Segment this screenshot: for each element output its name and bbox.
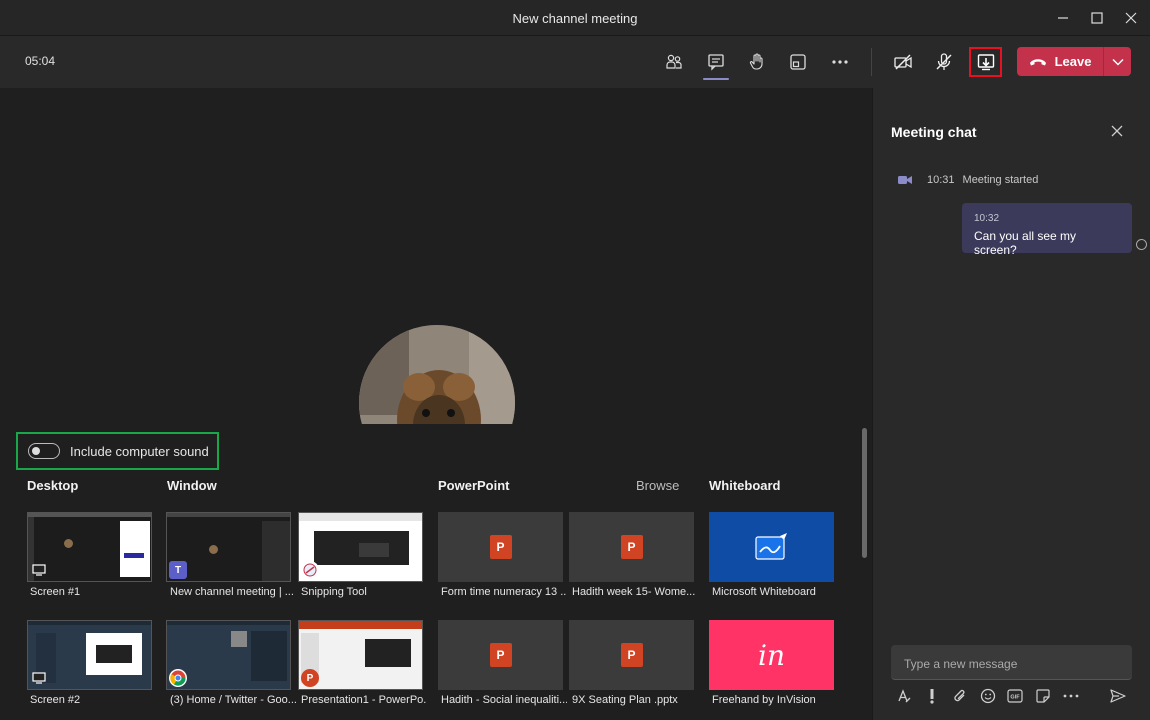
invision-logo: in xyxy=(758,638,785,672)
chevron-down-icon xyxy=(1111,58,1124,66)
system-message-time: 10:31 xyxy=(927,174,955,186)
share-tray: Include computer sound Desktop Window Po… xyxy=(0,424,872,720)
chat-message-bubble[interactable]: 10:32 Can you all see my screen? xyxy=(962,203,1132,257)
powerpoint-app-icon: P xyxy=(301,669,319,687)
leave-label: Leave xyxy=(1054,54,1092,69)
participants-icon[interactable] xyxy=(660,48,688,76)
powerpoint-icon: P xyxy=(489,643,512,667)
chat-title: Meeting chat xyxy=(891,124,977,140)
chat-active-indicator xyxy=(703,78,729,80)
include-sound-label: Include computer sound xyxy=(70,443,209,459)
emoji-icon[interactable] xyxy=(977,685,999,707)
ppt-hadith-week-caption: Hadith week 15- Wome... xyxy=(572,586,696,598)
snipping-tool-icon xyxy=(301,561,319,579)
include-sound-toggle[interactable] xyxy=(28,443,60,459)
sticker-icon[interactable] xyxy=(1032,685,1054,707)
leave-main[interactable]: Leave xyxy=(1017,47,1103,76)
invision-freehand-thumb[interactable]: in xyxy=(709,620,834,690)
gif-icon[interactable]: GIF xyxy=(1004,685,1026,707)
chat-icon[interactable] xyxy=(702,48,730,80)
desktop-screen-2-caption: Screen #2 xyxy=(30,694,81,706)
window-snipping-thumb[interactable] xyxy=(298,512,423,582)
title-bar: New channel meeting xyxy=(0,0,1150,36)
minimize-icon[interactable] xyxy=(1048,6,1078,30)
section-desktop: Desktop xyxy=(27,478,79,493)
system-message: 10:31 Meeting started xyxy=(897,174,1038,186)
attach-icon[interactable] xyxy=(949,685,971,707)
ppt-form-time-thumb[interactable]: P xyxy=(438,512,563,582)
monitor-icon xyxy=(30,669,48,687)
format-icon[interactable] xyxy=(893,685,915,707)
microsoft-whiteboard-thumb[interactable] xyxy=(709,512,834,582)
monitor-icon xyxy=(30,561,48,579)
ppt-seating-plan-caption: 9X Seating Plan .pptx xyxy=(572,694,678,706)
more-icon[interactable] xyxy=(826,48,854,76)
ppt-seating-plan-thumb[interactable]: P xyxy=(569,620,694,690)
powerpoint-icon: P xyxy=(620,535,643,559)
microsoft-whiteboard-caption: Microsoft Whiteboard xyxy=(712,586,816,598)
window-presentation-caption: Presentation1 - PowerPo... xyxy=(301,694,427,706)
whiteboard-icon xyxy=(754,533,787,560)
include-sound-toggle-row[interactable]: Include computer sound xyxy=(16,432,219,470)
desktop-screen-2-thumb[interactable] xyxy=(27,620,152,690)
read-receipt-icon xyxy=(1136,239,1147,250)
ppt-hadith-week-thumb[interactable]: P xyxy=(569,512,694,582)
meeting-timer: 05:04 xyxy=(25,54,56,68)
close-icon[interactable] xyxy=(1116,6,1146,30)
message-input[interactable] xyxy=(904,657,1119,671)
powerpoint-icon: P xyxy=(620,643,643,667)
message-input-box[interactable] xyxy=(891,645,1132,680)
meeting-video-icon xyxy=(898,176,912,184)
send-icon[interactable] xyxy=(1107,685,1129,707)
ppt-hadith-social-caption: Hadith - Social inequaliti... xyxy=(441,694,567,706)
meeting-chat-panel: Meeting chat 10:31 Meeting started 10:32… xyxy=(872,88,1150,720)
maximize-icon[interactable] xyxy=(1082,6,1112,30)
window-twitter-thumb[interactable] xyxy=(166,620,291,690)
powerpoint-icon: P xyxy=(489,535,512,559)
browse-link[interactable]: Browse xyxy=(636,478,679,493)
section-window: Window xyxy=(167,478,217,493)
teams-app-icon: T xyxy=(169,561,187,579)
window-teams-thumb[interactable]: T xyxy=(166,512,291,582)
meeting-toolbar: 05:04 Leave xyxy=(0,36,1150,88)
chrome-icon xyxy=(169,669,187,687)
window-snipping-caption: Snipping Tool xyxy=(301,586,367,598)
chat-message-time: 10:32 xyxy=(974,213,1000,224)
system-message-text: Meeting started xyxy=(962,174,1039,186)
invision-freehand-caption: Freehand by InVision xyxy=(712,694,816,706)
chat-message-text: Can you all see my screen? xyxy=(974,229,1077,257)
toolbar-divider xyxy=(871,48,872,76)
important-icon[interactable] xyxy=(921,685,943,707)
share-tray-icon[interactable] xyxy=(969,47,1002,77)
window-teams-caption: New channel meeting | ... xyxy=(170,586,294,598)
camera-off-icon[interactable] xyxy=(889,48,917,76)
window-presentation-thumb[interactable]: P xyxy=(298,620,423,690)
desktop-screen-1-thumb[interactable] xyxy=(27,512,152,582)
leave-options-button[interactable] xyxy=(1103,47,1131,76)
section-whiteboard: Whiteboard xyxy=(709,478,781,493)
composer-more-icon[interactable] xyxy=(1060,685,1082,707)
desktop-screen-1-caption: Screen #1 xyxy=(30,586,81,598)
phone-hangup-icon xyxy=(1029,58,1046,65)
share-tray-scrollbar[interactable] xyxy=(862,428,867,558)
ppt-hadith-social-thumb[interactable]: P xyxy=(438,620,563,690)
mic-off-icon[interactable] xyxy=(930,48,958,76)
ppt-form-time-caption: Form time numeracy 13 ... xyxy=(441,586,567,598)
window-title: New channel meeting xyxy=(512,11,638,26)
window-twitter-caption: (3) Home / Twitter - Goo... xyxy=(170,694,296,706)
section-powerpoint: PowerPoint xyxy=(438,478,510,493)
svg-text:GIF: GIF xyxy=(1010,695,1020,701)
close-chat-icon[interactable] xyxy=(1111,122,1123,142)
leave-button[interactable]: Leave xyxy=(1017,47,1131,76)
rooms-icon[interactable] xyxy=(784,48,812,76)
raise-hand-icon[interactable] xyxy=(743,48,771,76)
